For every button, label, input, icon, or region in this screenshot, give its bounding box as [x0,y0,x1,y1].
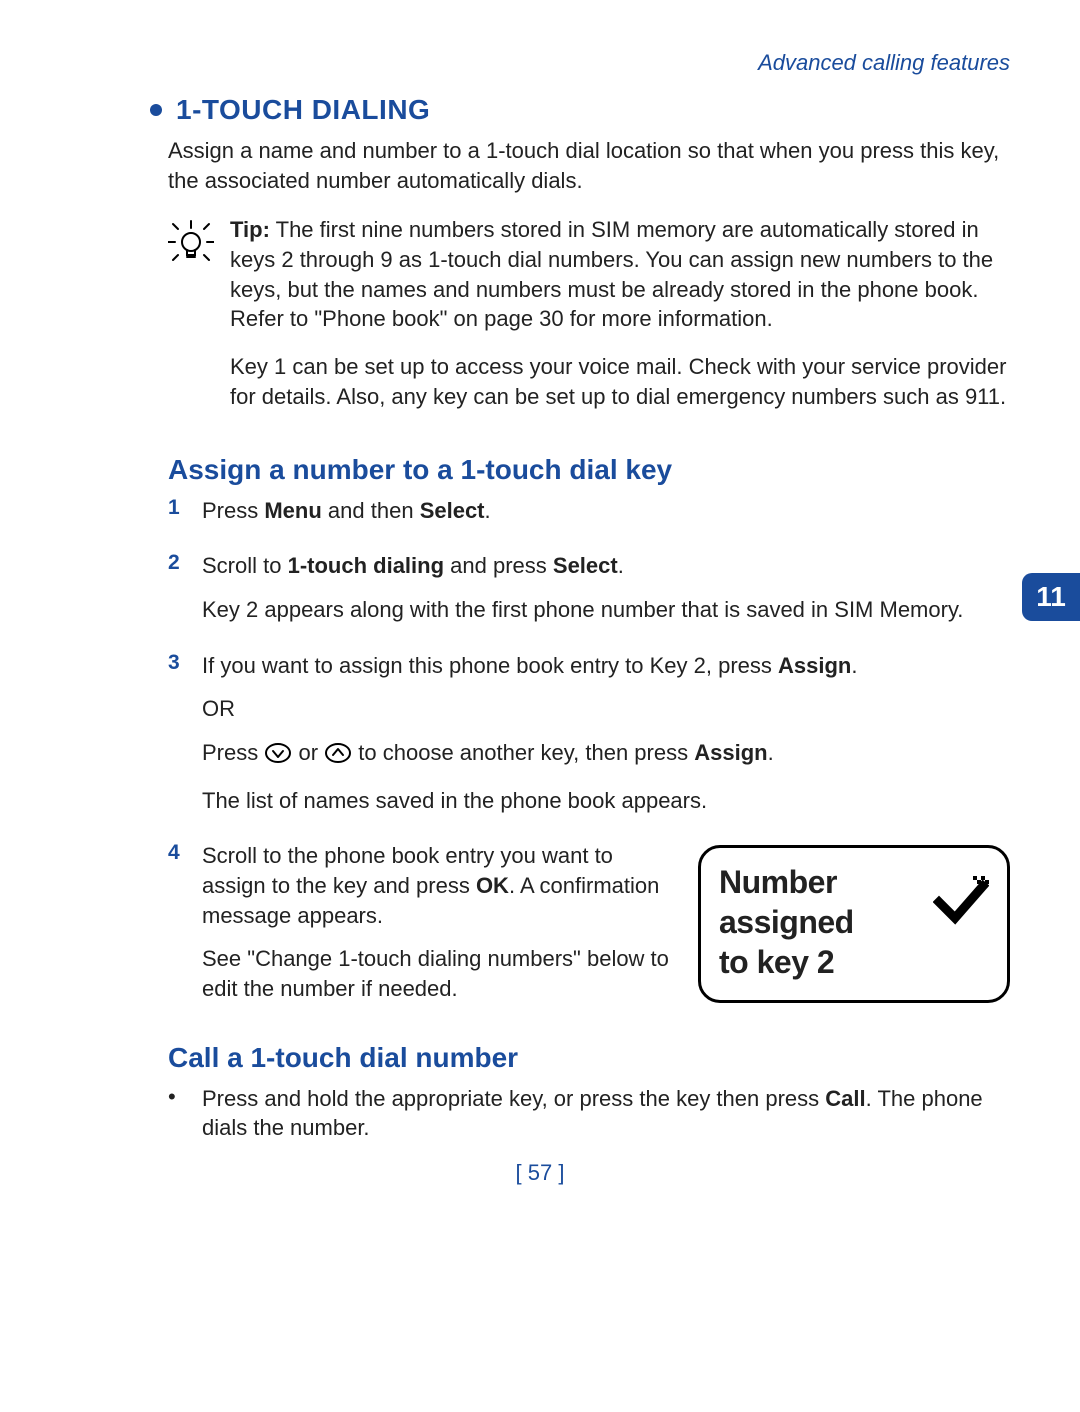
tip-label: Tip: [230,217,270,242]
bold-menu: Menu [264,498,321,523]
subheading-call: Call a 1-touch dial number [168,1042,1010,1074]
text: If you want to assign this phone book en… [202,653,778,678]
nav-up-icon [324,742,352,772]
manual-page: Advanced calling features 1-TOUCH DIALIN… [0,0,1080,1143]
text: . [851,653,857,678]
step-3: 3 If you want to assign this phone book … [168,651,1010,830]
text: . [618,553,624,578]
bullet-item: • Press and hold the appropriate key, or… [168,1084,1010,1143]
lightbulb-icon [168,217,218,270]
step-4: 4 Number assigned to key 2 [168,841,1010,1017]
page-number: [ 57 ] [0,1160,1080,1186]
bold-assign: Assign [778,653,851,678]
text: Press and hold the appropriate key, or p… [202,1086,825,1111]
step-number: 4 [168,841,202,865]
step3-after: The list of names saved in the phone boo… [202,786,1010,816]
text: Press [202,740,264,765]
step-number: 2 [168,551,202,575]
steps-list: 1 Press Menu and then Select. 2 Scroll t… [168,496,1010,1018]
bold-call: Call [825,1086,865,1111]
checkmark-icon [933,872,989,937]
or-text: OR [202,694,1010,724]
bold-assign: Assign [694,740,767,765]
section-header: Advanced calling features [150,50,1010,76]
bold-select: Select [553,553,618,578]
text: Scroll to [202,553,288,578]
bullet-icon: • [168,1084,202,1110]
step-1: 1 Press Menu and then Select. [168,496,1010,540]
text: and press [444,553,553,578]
text: Press [202,498,264,523]
bold-1touch: 1-touch dialing [288,553,444,578]
text: to choose another key, then press [358,740,694,765]
chapter-tab: 11 [1022,573,1080,621]
step-2: 2 Scroll to 1-touch dialing and press Se… [168,551,1010,638]
bold-ok: OK [476,873,509,898]
tip-p1: The first nine numbers stored in SIM mem… [230,217,993,331]
nav-down-icon [264,742,292,772]
text: . [485,498,491,523]
step2-after: Key 2 appears along with the first phone… [202,595,1010,625]
title-text: 1-TOUCH DIALING [176,94,430,125]
tip-block: Tip: The first nine numbers stored in SI… [168,215,1010,429]
subheading-assign: Assign a number to a 1-touch dial key [168,454,1010,486]
text: or [298,740,324,765]
bold-select: Select [420,498,485,523]
tip-p2: Key 1 can be set up to access your voice… [230,352,1010,411]
bullet-dot-icon [150,104,162,116]
intro-paragraph: Assign a name and number to a 1-touch di… [168,136,1010,195]
phone-screen: Number assigned to key 2 [698,845,1010,1003]
screen-line3: to key 2 [719,942,989,982]
tip-text: Tip: The first nine numbers stored in SI… [230,215,1010,429]
text: and then [322,498,420,523]
page-title: 1-TOUCH DIALING [150,94,1010,126]
text: . [768,740,774,765]
step-number: 1 [168,496,202,520]
step-number: 3 [168,651,202,675]
